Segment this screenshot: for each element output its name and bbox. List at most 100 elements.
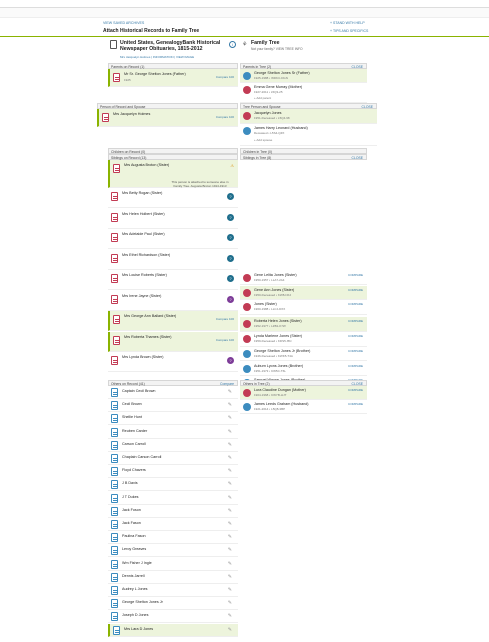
sibling-record-row[interactable]: Mrs Louise Roberts (Sister)? [108,270,238,290]
compare-link[interactable]: COMPARE [348,334,363,338]
tree-sibling-row[interactable]: Roberta Helen Jones (Sister) 1952-1977 • … [240,317,367,332]
attach-icon[interactable]: ✎ [228,521,232,527]
tree-sibling-row[interactable]: Gene Ann Jones (Sister) 1950-Deceased • K… [240,285,367,301]
attach-icon[interactable]: ✎ [228,547,232,553]
compare-link[interactable]: Compare 100 [216,338,234,342]
other-record-row[interactable]: Carson Carroll ✎ [108,438,238,452]
help-link[interactable]: + STAND WITH HELP [330,21,365,25]
tree-other-row[interactable]: James Leeds Graham (Husband) 1921-2014 • … [240,400,367,414]
male-avatar-icon [243,72,251,80]
compare-link[interactable]: COMPARE [348,349,363,353]
compare-link[interactable]: COMPARE [348,388,363,392]
attach-icon[interactable]: ✎ [228,481,232,487]
attach-icon[interactable]: ✎ [228,613,232,619]
attach-icon[interactable]: ✎ [228,429,232,435]
attach-icon[interactable]: ✎ [228,415,232,421]
tree-person-name: Gene Lelita Jones (Sister) [254,272,297,277]
sibling-record-row[interactable]: Mrs Betty Rogan (Sister)? [108,188,238,208]
tree-sibling-row[interactable]: Auburn Lyons Jones (Brother) 1951-1973 • … [240,361,367,377]
other-record-row[interactable]: Cecil Brown ✎ [108,399,238,413]
attach-icon[interactable]: ✎ [228,402,232,408]
other-record-row[interactable]: Paulina Fason ✎ [108,531,238,545]
sibling-record-row[interactable]: Mrs George Ann Ballard (Sister) Compare 1… [108,311,238,331]
tree-other-row[interactable]: Lura Claudine Dungan (Mother) 1904-1968 •… [240,386,367,400]
add-spouse-link[interactable]: + Add spouse [254,138,272,142]
match-count-icon[interactable]: ? [227,234,234,241]
husband-tree-row[interactable]: James Harry Leonard (Husband) Deceased •… [240,124,377,146]
first-sibling-row[interactable]: Mrs Augusta Broton (Sister) This person … [108,160,238,188]
tree-sibling-row[interactable]: Jones (Sister) 1960-1988 • LLCJ-DXX COMPAR… [240,300,367,315]
compare-link[interactable]: COMPARE [348,364,363,368]
other-record-row[interactable]: Shellie Hunt ✎ [108,412,238,426]
compare-link[interactable]: COMPARE [348,402,363,406]
sibling-record-row[interactable]: Mrs Helen Holbert (Sister)? [108,208,238,229]
attach-icon[interactable]: ✎ [228,600,232,606]
other-record-row[interactable]: J B Davis ✎ [108,478,238,492]
match-count-icon[interactable]: ? [227,213,234,221]
compare-link[interactable]: COMPARE [348,273,363,277]
other-record-row[interactable]: Chaplain Carson Carroll ✎ [108,452,238,465]
attach-icon[interactable]: ✎ [228,508,232,514]
attach-icon[interactable]: ✎ [228,468,232,474]
attach-icon[interactable]: ✎ [228,587,232,593]
tree-person-row[interactable]: Jacquelyn Jones 1951-Deceased • L5Q4-98 [240,109,377,124]
sibling-record-row[interactable]: Mrs Ethel Richardson (Sister)? [108,249,238,270]
tips-link[interactable]: + TIPS AND SPECIFICS [330,29,368,33]
other-record-row[interactable]: Jack Fason ✎ [108,518,238,531]
father-name: Mr Sr. George Shelton Jones (Father) [124,72,186,76]
compare-link[interactable]: COMPARE [348,288,363,292]
info-icon[interactable]: i [229,41,236,48]
add-parent-link[interactable]: + Add parent [254,96,271,100]
sibling-record-row[interactable]: Mrs Irene Jayne (Sister)? [108,290,238,311]
attach-icon[interactable]: ✎ [228,561,232,567]
compare-link[interactable]: Compare 100 [216,75,234,79]
other-record-row[interactable]: Joseph D Jones ✎ [108,610,238,624]
back-link[interactable]: VIEW SAVED ARCHIVES [103,21,144,25]
father-tree-row[interactable]: George Shelton Jones Sr (Father) 1925-19… [240,69,367,83]
record-icon [111,612,118,622]
other-name: Wm Fisher J Ingle [122,560,152,565]
other-record-row[interactable]: Audrey L Jones ✎ [108,584,238,597]
other-record-row[interactable]: Floyd Chavers ✎ [108,465,238,479]
person-record-row[interactable]: Mrs Jacquelyn Holmes Compare 100 [97,109,238,127]
father-record-row[interactable]: Mr Sr. George Shelton Jones (Father) 192… [108,69,238,87]
sibling-record-row[interactable]: Mrs Adelaide Paul (Sister)? [108,229,238,249]
tree-sibling-row[interactable]: Gene Lelita Jones (Sister) 1950-1957 • LL… [240,270,367,286]
other-record-row[interactable]: J T Dukes ✎ [108,491,238,505]
sibling-record-row[interactable]: Mrs Roberta Thames (Sister) Compare 100 [108,331,238,352]
other-record-row[interactable]: Wm Fisher J Ingle ✎ [108,557,238,571]
tree-sibling-row[interactable]: George Shelton Jones Jr (Brother) 1946-De… [240,346,367,362]
source-subtitle[interactable]: Mrs Jacquelyn Holmes | INFORMATION | VIE… [120,55,194,59]
attach-icon[interactable]: ✎ [228,574,232,580]
record-icon [111,414,118,424]
source-icon [110,40,117,49]
other-record-row[interactable]: George Shelton Jones Jr ✎ [108,597,238,611]
attach-icon[interactable]: ✎ [228,534,232,540]
other-record-row[interactable]: Reuben Carder ✎ [108,425,238,439]
attach-icon[interactable]: ✎ [228,455,232,461]
header-action-link[interactable]: CLOSE [352,155,364,161]
match-count-icon[interactable]: ? [227,357,234,364]
attached-note: This person is attached to someone else … [171,180,229,188]
match-count-icon[interactable]: ? [227,254,234,262]
attach-icon[interactable]: ✎ [228,627,232,633]
other-record-row[interactable]: Captain Cecil Brown ✎ [108,386,238,399]
match-count-icon[interactable]: ? [227,295,234,303]
compare-link[interactable]: Compare 100 [216,317,234,321]
attach-icon[interactable]: ✎ [228,442,232,448]
attach-icon[interactable]: ✎ [228,389,232,395]
tree-person-name: Jones (Sister) [254,302,277,307]
match-count-icon[interactable]: ? [227,193,234,200]
other-record-row[interactable]: Dennis Jarrell ✎ [108,570,238,584]
compare-link[interactable]: COMPARE [348,319,363,323]
other-record-row[interactable]: Mrs Lara D Jones ✎ [108,623,238,637]
compare-link[interactable]: Compare 100 [216,115,234,119]
mother-tree-row[interactable]: Emma Gene Murray (Mother) 1927-2011 • L5… [240,83,367,103]
compare-link[interactable]: COMPARE [348,302,363,306]
attach-icon[interactable]: ✎ [228,495,232,501]
other-record-row[interactable]: Jack Foson ✎ [108,504,238,518]
sibling-record-row[interactable]: Mrs Lynda Brown (Sister)? [108,352,238,372]
match-count-icon[interactable]: ? [227,275,234,282]
other-record-row[interactable]: Leroy Greaves ✎ [108,544,238,558]
tree-sibling-row[interactable]: Lynda Marlene Jones (Sister) 1959-Decease… [240,332,367,347]
